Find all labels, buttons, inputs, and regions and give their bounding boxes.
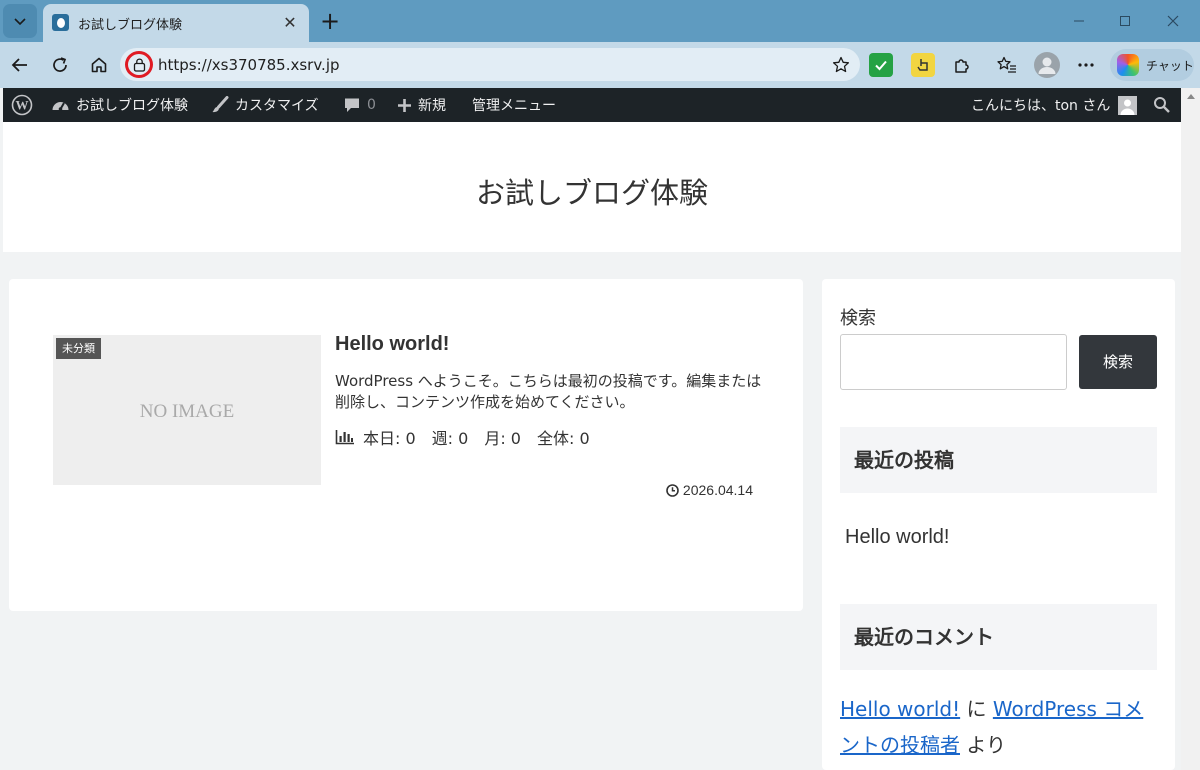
- comment-post-link[interactable]: Hello world!: [840, 697, 960, 721]
- admin-menu-link[interactable]: 管理メニュー: [472, 88, 556, 122]
- site-title[interactable]: お試しブログ体験: [3, 170, 1181, 212]
- minimize-button[interactable]: [1056, 6, 1102, 36]
- tab-list-button[interactable]: [3, 4, 37, 38]
- url-text[interactable]: https://xs370785.xsrv.jp: [158, 56, 340, 74]
- sidebar: 検索 検索 最近の投稿 Hello world! 最近のコメント Hello w…: [822, 279, 1175, 770]
- post-card: 未分類 NO IMAGE Hello world! WordPress へようこ…: [9, 279, 803, 611]
- plus-icon: [397, 98, 412, 113]
- customize-menu[interactable]: カスタマイズ: [211, 88, 319, 122]
- customize-label: カスタマイズ: [235, 98, 319, 114]
- vertical-scrollbar[interactable]: [1181, 88, 1200, 770]
- comment-suffix: より: [966, 733, 1006, 757]
- person-silhouette-icon: [1120, 99, 1135, 115]
- clock-icon: [666, 483, 679, 497]
- reload-button[interactable]: [44, 49, 76, 81]
- new-tab-button[interactable]: +: [316, 8, 344, 36]
- tab-title: お試しブログ体験: [78, 18, 183, 33]
- recent-comments-heading: 最近のコメント: [840, 604, 1157, 670]
- comment-connector: に: [966, 697, 987, 721]
- post-excerpt: WordPress へようこそ。こちらは最初の投稿です。編集または削除し、コンテ…: [335, 372, 762, 411]
- post-date-text: 2026.04.14: [682, 482, 753, 498]
- site-name-label: お試しブログ体験: [76, 98, 188, 114]
- admin-menu-label: 管理メニュー: [472, 98, 556, 114]
- wp-logo-menu[interactable]: W: [11, 88, 33, 122]
- comments-menu[interactable]: 0: [343, 88, 376, 122]
- bar-chart-icon: [335, 429, 355, 445]
- site-name-menu[interactable]: お試しブログ体験: [51, 88, 188, 122]
- browser-toolbar: https://xs370785.xsrv.jp チャット: [0, 42, 1200, 88]
- chevron-down-icon: [14, 18, 26, 26]
- admin-search-button[interactable]: [1153, 88, 1171, 122]
- hand-pointer-icon: [917, 59, 928, 71]
- lock-icon[interactable]: [133, 58, 146, 72]
- chat-label: チャット: [1146, 59, 1194, 73]
- home-button[interactable]: [83, 49, 115, 81]
- comment-author-link-part1[interactable]: WordPress コメ: [993, 697, 1143, 721]
- maximize-button[interactable]: [1102, 6, 1148, 36]
- no-image-placeholder: NO IMAGE: [139, 401, 235, 422]
- reload-icon: [53, 57, 67, 72]
- close-tab-icon[interactable]: ✕: [279, 12, 301, 34]
- pageview-text: 本日: 0 週: 0 月: 0 全体: 0: [363, 429, 590, 448]
- paintbrush-icon: [211, 96, 229, 114]
- dashboard-gauge-icon: [51, 97, 70, 114]
- highlight-circle: [125, 51, 153, 78]
- star-icon: [832, 56, 850, 73]
- my-account-menu[interactable]: こんにちは、ton さん: [971, 88, 1138, 122]
- new-label: 新規: [418, 98, 446, 114]
- close-window-button[interactable]: [1150, 6, 1196, 36]
- profile-avatar[interactable]: [1034, 52, 1060, 78]
- copilot-chat-button[interactable]: チャット: [1110, 49, 1194, 81]
- favorite-button[interactable]: [830, 54, 852, 76]
- category-badge[interactable]: 未分類: [56, 338, 101, 359]
- comments-count: 0: [367, 97, 376, 113]
- check-extension-icon[interactable]: [869, 53, 893, 77]
- post-title[interactable]: Hello world!: [335, 333, 449, 356]
- search-widget-label: 検索: [840, 308, 876, 329]
- close-icon: [1167, 15, 1179, 27]
- recent-post-link[interactable]: Hello world!: [845, 526, 949, 549]
- scroll-up-arrow-icon[interactable]: [1187, 94, 1195, 99]
- minimize-icon: [1074, 20, 1084, 22]
- extensions-button[interactable]: [950, 53, 974, 77]
- puzzle-icon: [955, 59, 969, 73]
- more-dots-icon: [1078, 63, 1094, 67]
- post-thumbnail[interactable]: 未分類 NO IMAGE: [53, 335, 321, 485]
- search-icon: [1154, 97, 1170, 113]
- favorites-button[interactable]: [995, 53, 1019, 77]
- home-icon: [91, 57, 107, 73]
- recent-comment-line-2: ントの投稿者 より: [840, 729, 1170, 758]
- address-bar[interactable]: https://xs370785.xsrv.jp: [120, 48, 860, 81]
- pageview-counter: 本日: 0 週: 0 月: 0 全体: 0: [335, 425, 590, 449]
- svg-text:W: W: [16, 98, 29, 113]
- user-avatar: [1118, 95, 1138, 115]
- wordpress-logo-icon: W: [11, 94, 33, 116]
- favorites-list-icon: [997, 56, 1016, 73]
- comment-author-link-part2[interactable]: ントの投稿者: [840, 733, 960, 757]
- back-button[interactable]: [4, 49, 36, 81]
- tab-strip: お試しブログ体験 ✕ +: [0, 0, 1200, 42]
- back-arrow-icon: [11, 58, 27, 72]
- site-header: お試しブログ体験: [3, 122, 1181, 252]
- recent-comment-line-1: Hello world! に WordPress コメ: [840, 693, 1170, 722]
- post-date: 2026.04.14: [666, 482, 753, 498]
- new-content-menu[interactable]: 新規: [397, 88, 446, 122]
- recent-posts-heading: 最近の投稿: [840, 427, 1157, 493]
- site-favicon-icon: [52, 14, 69, 31]
- maximize-icon: [1120, 16, 1130, 26]
- person-icon: [1038, 57, 1056, 74]
- search-button[interactable]: 検索: [1079, 335, 1157, 389]
- comment-bubble-icon: [343, 97, 361, 114]
- greeting-label: こんにちは、ton さん: [971, 98, 1111, 114]
- wp-admin-bar: W お試しブログ体験 カスタマイズ 0 新規 管理メニュー こんにちは、ton …: [3, 88, 1181, 122]
- active-tab[interactable]: お試しブログ体験 ✕: [43, 4, 309, 42]
- copilot-icon: [1117, 54, 1139, 76]
- checkmark-icon: [875, 60, 887, 71]
- more-menu-button[interactable]: [1074, 53, 1098, 77]
- pointer-extension-icon[interactable]: [911, 53, 935, 77]
- page-content: お試しブログ体験 未分類 NO IMAGE Hello world! WordP…: [3, 122, 1181, 770]
- search-input[interactable]: [840, 334, 1067, 390]
